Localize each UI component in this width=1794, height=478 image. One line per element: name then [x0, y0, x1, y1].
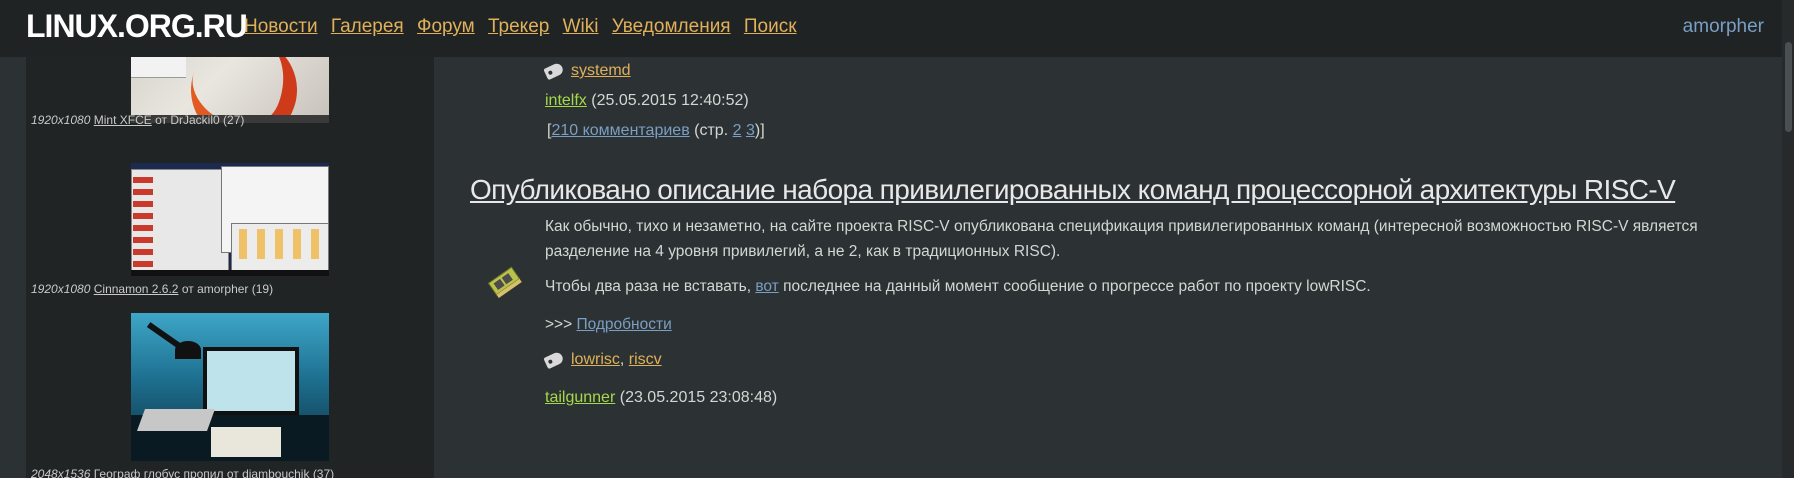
- tags-line: lowrisc, riscv: [543, 350, 662, 370]
- tag-link[interactable]: lowrisc: [571, 351, 620, 368]
- author-link[interactable]: tailgunner: [545, 389, 615, 406]
- author-link[interactable]: intelfx: [545, 92, 587, 109]
- more-line: >>> Подробности: [545, 316, 672, 333]
- tag-link[interactable]: riscv: [629, 351, 662, 368]
- comments-page-link[interactable]: 2: [733, 122, 742, 139]
- gallery-thumbnail[interactable]: [131, 163, 329, 276]
- chip-icon: [487, 266, 522, 299]
- nav-news[interactable]: Новости: [244, 16, 318, 37]
- main-nav: Новости Галерея Форум Трекер Wiki Уведом…: [244, 16, 805, 38]
- news-paragraph: Как обычно, тихо и незаметно, на сайте п…: [545, 218, 1698, 260]
- post-date: (25.05.2015 12:40:52): [591, 92, 749, 109]
- author-line: tailgunner (23.05.2015 23:08:48): [545, 389, 777, 407]
- nav-tracker[interactable]: Трекер: [488, 16, 549, 37]
- post-date: (23.05.2015 23:08:48): [619, 389, 778, 406]
- nav-gallery[interactable]: Галерея: [331, 16, 404, 37]
- news-title-link[interactable]: Опубликовано описание набора привилегиро…: [470, 174, 1676, 206]
- tags-line: systemd: [543, 61, 631, 81]
- news-paragraph: Чтобы два раза не вставать, вот последне…: [545, 278, 1371, 295]
- gallery-title-link[interactable]: Cinnamon 2.6.2: [94, 282, 179, 296]
- site-logo[interactable]: LINUX.ORG.RU: [26, 8, 248, 45]
- nav-search[interactable]: Поиск: [744, 16, 797, 37]
- sidebar-gallery: 1920x1080 Mint XFCE от DrJackil0 (27) 19…: [26, 57, 434, 478]
- gallery-title-link[interactable]: Mint XFCE: [94, 113, 152, 127]
- tag-icon: [543, 61, 565, 81]
- gallery-caption: 1920x1080 Mint XFCE от DrJackil0 (27): [31, 113, 245, 127]
- top-header: LINUX.ORG.RU Новости Галерея Форум Треке…: [0, 0, 1794, 57]
- user-profile-link[interactable]: amorpher: [1683, 16, 1764, 38]
- nav-wiki[interactable]: Wiki: [563, 16, 599, 37]
- comments-link[interactable]: 210 комментариев: [551, 122, 689, 139]
- details-link[interactable]: Подробности: [576, 316, 671, 333]
- comments-page-link[interactable]: 3: [746, 122, 755, 139]
- vertical-scrollbar[interactable]: [1782, 0, 1794, 478]
- nav-notifications[interactable]: Уведомления: [612, 16, 731, 37]
- tag-link[interactable]: systemd: [571, 62, 631, 79]
- scrollbar-thumb[interactable]: [1785, 42, 1792, 132]
- inline-link[interactable]: вот: [755, 278, 778, 295]
- comments-line: [210 комментариев (стр. 2 3)]: [547, 122, 765, 139]
- tag-icon: [543, 350, 565, 370]
- author-line: intelfx (25.05.2015 12:40:52): [545, 92, 749, 110]
- gallery-caption: 2048x1536 Географ глобус пропил от diamb…: [31, 467, 334, 478]
- gallery-title-link[interactable]: Географ глобус пропил: [94, 467, 224, 478]
- main-content: systemd intelfx (25.05.2015 12:40:52) [2…: [434, 57, 1782, 478]
- gallery-caption: 1920x1080 Cinnamon 2.6.2 от amorpher (19…: [31, 282, 274, 296]
- gallery-thumbnail[interactable]: [131, 313, 329, 461]
- nav-forum[interactable]: Форум: [417, 16, 475, 37]
